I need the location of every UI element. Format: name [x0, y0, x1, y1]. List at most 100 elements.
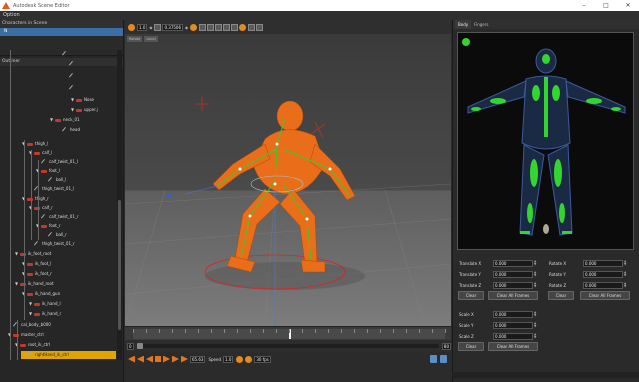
frame-field[interactable]: 65.63 — [190, 355, 206, 363]
body-picker[interactable] — [457, 32, 634, 250]
translate-y-field[interactable]: 0.000 — [493, 270, 533, 278]
expand-arrow-icon[interactable]: ▼ — [70, 108, 75, 112]
minimize-button[interactable]: – — [573, 2, 595, 9]
expand-arrow-icon[interactable] — [42, 178, 47, 182]
expand-arrow-icon[interactable]: ▼ — [49, 118, 54, 122]
expand-arrow-icon[interactable] — [63, 74, 68, 78]
tree-item[interactable]: ▼foot_l — [35, 167, 116, 175]
expand-arrow-icon[interactable] — [63, 86, 68, 90]
tab-body[interactable]: Body — [455, 20, 472, 29]
tree-item[interactable]: ▼ ik_foot_root — [14, 250, 116, 258]
tree-item[interactable]: ▼ Nose — [70, 96, 116, 104]
clear-all-frames-translate-button[interactable]: Clear All Frames — [488, 291, 538, 300]
move-icon[interactable] — [248, 23, 256, 31]
tree-item[interactable] — [63, 72, 116, 80]
key-icon[interactable] — [245, 355, 253, 363]
expand-arrow-icon[interactable]: ▼ — [14, 252, 19, 256]
spinner-icon[interactable]: ▲ ▼ — [534, 311, 538, 317]
go-end-icon[interactable] — [181, 355, 188, 363]
tree-item[interactable]: ball_r — [42, 231, 116, 239]
close-button[interactable]: ✕ — [617, 2, 639, 9]
expand-arrow-icon[interactable] — [63, 62, 68, 66]
tree-item[interactable]: ▼ upper.j — [70, 106, 116, 114]
spinner-icon[interactable]: ▲ ▼ — [624, 271, 628, 277]
tree-item[interactable]: ball_l — [42, 176, 116, 184]
fps-select[interactable]: 30 fps — [254, 355, 271, 363]
expand-arrow-icon[interactable] — [21, 353, 26, 357]
clear-translate-button[interactable]: Clear — [458, 291, 484, 300]
spinner-icon[interactable]: ▲ ▼ — [624, 260, 628, 266]
gizmo-icon[interactable] — [190, 23, 198, 31]
timeline[interactable] — [125, 326, 451, 340]
transform-icon[interactable] — [256, 23, 264, 31]
tree-item[interactable] — [63, 84, 116, 92]
tree-item[interactable]: ▼calf_l — [28, 149, 116, 157]
tree-item[interactable]: ▼master_ctrl — [7, 331, 116, 339]
tree-item[interactable]: calf_twist_01_r — [35, 213, 116, 221]
clear-scale-button[interactable]: Clear — [458, 342, 484, 351]
tree-item[interactable]: ▼root_ik_ctrl — [14, 341, 116, 349]
scale-z-field[interactable]: 0.000 — [493, 332, 533, 340]
tree-item[interactable]: thigh_twist_01_r — [28, 240, 116, 248]
menu-option[interactable]: Option — [3, 12, 20, 18]
spinner-icon[interactable]: ▲ ▼ — [534, 271, 538, 277]
tab-fingers[interactable]: Fingers — [471, 20, 491, 29]
stop-icon[interactable] — [155, 356, 161, 362]
tree-item[interactable] — [56, 50, 116, 58]
value-spinner[interactable]: ◆ — [185, 25, 188, 30]
rotate-y-field[interactable]: 0.000 — [583, 270, 623, 278]
tree-item[interactable]: ▼calf_r — [28, 204, 116, 212]
camera-icon[interactable] — [239, 23, 247, 31]
save-icon[interactable] — [440, 355, 447, 363]
tree-item[interactable]: ▼ ik_hand_r — [28, 310, 116, 318]
export-icon[interactable] — [430, 355, 437, 363]
range-slider[interactable] — [136, 343, 439, 349]
tree-item[interactable]: ▼ik_foot_l — [21, 260, 116, 268]
scale-x-field[interactable]: 0.000 — [493, 310, 533, 318]
mesh-view-icon[interactable] — [223, 23, 231, 31]
timeline-track[interactable] — [133, 329, 446, 339]
range-start-field[interactable]: 0 — [127, 342, 134, 350]
translate-x-field[interactable]: 0.000 — [493, 259, 533, 267]
expand-arrow-icon[interactable]: ▼ — [70, 98, 75, 102]
local-space-button[interactable]: Local — [144, 36, 158, 42]
expand-arrow-icon[interactable]: ▼ — [28, 302, 33, 306]
tree-item[interactable]: rightHand_ik_ctrl — [21, 351, 116, 359]
scale-field[interactable]: 1.0 — [137, 23, 148, 31]
clear-all-frames-rotate-button[interactable]: Clear All Frames — [580, 291, 630, 300]
go-start-icon[interactable] — [128, 355, 135, 363]
expand-arrow-icon[interactable]: ▼ — [28, 312, 33, 316]
spinner-icon[interactable]: ▲ ▼ — [624, 282, 628, 288]
character-item[interactable]: N — [0, 28, 123, 36]
tree-item[interactable]: ▼ ik_hand_l — [28, 300, 116, 308]
spinner-icon[interactable]: ▲ ▼ — [534, 260, 538, 266]
tree-item[interactable]: ▼ik_hand_gun — [21, 290, 116, 298]
maximize-button[interactable]: □ — [595, 2, 617, 9]
next-key-icon[interactable] — [172, 355, 179, 363]
expand-arrow-icon[interactable] — [56, 128, 61, 132]
play-reverse-icon[interactable] — [146, 355, 153, 363]
tree-item[interactable]: ▼ ik_hand_root — [14, 280, 116, 288]
hash-icon[interactable] — [207, 23, 215, 31]
prev-key-icon[interactable] — [137, 355, 144, 363]
play-icon[interactable] — [163, 355, 170, 363]
rotate-x-field[interactable]: 0.000 — [583, 259, 623, 267]
scale-y-field[interactable]: 0.000 — [493, 321, 533, 329]
tree-item[interactable] — [63, 60, 116, 68]
tree-item[interactable]: ▼thigh_r — [21, 195, 116, 203]
expand-arrow-icon[interactable] — [28, 242, 33, 246]
clear-all-frames-scale-button[interactable]: Clear All Frames — [488, 342, 538, 351]
tree-item[interactable]: calf_twist_01_l — [35, 158, 116, 166]
tree-item[interactable]: ▼ neck_01 — [49, 116, 116, 124]
settings-icon[interactable] — [128, 23, 135, 31]
bone-view-icon[interactable] — [215, 23, 223, 31]
tree-item[interactable]: ▼ik_foot_r — [21, 270, 116, 278]
range-end-field[interactable]: 80 — [441, 342, 451, 350]
light-icon[interactable] — [231, 23, 239, 31]
tree-item[interactable]: ▼foot_r — [35, 222, 116, 230]
tree-item[interactable]: cal_body_b000 — [7, 321, 116, 329]
right-panel-scrollbar[interactable] — [452, 372, 639, 378]
scrollbar-thumb[interactable] — [118, 200, 121, 330]
outliner-scrollbar[interactable] — [117, 50, 122, 360]
translate-z-field[interactable]: 0.000 — [493, 281, 533, 289]
